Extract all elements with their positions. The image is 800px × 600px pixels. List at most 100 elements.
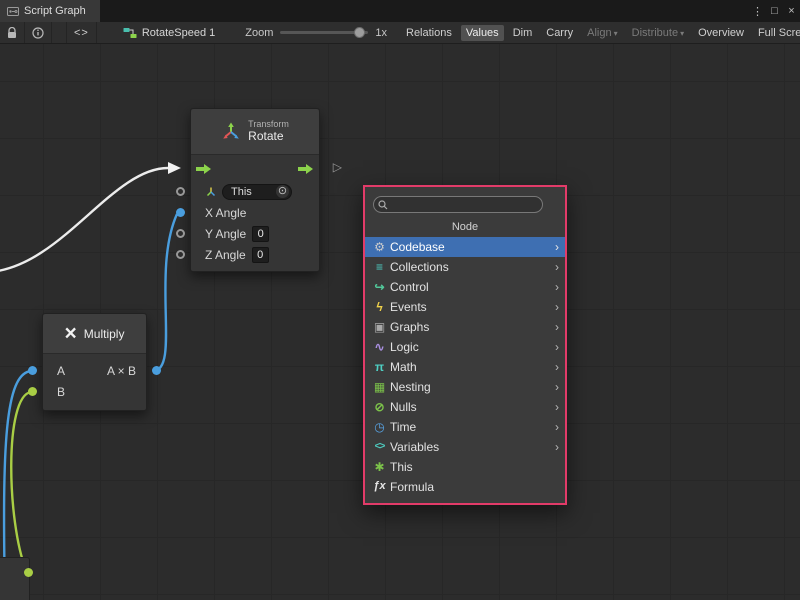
finder-item-math[interactable]: π Math › <box>365 357 565 377</box>
multiply-b-label: B <box>57 385 65 399</box>
finder-item-nulls[interactable]: ⊘ Nulls › <box>365 397 565 417</box>
zoom-slider-handle[interactable] <box>354 27 365 38</box>
time-icon: ◷ <box>371 421 388 433</box>
this-input-port[interactable] <box>176 187 185 196</box>
tab-script-graph[interactable]: Script Graph <box>0 0 100 22</box>
chevron-right-icon: › <box>555 260 559 274</box>
this-icon: ✱ <box>371 461 388 473</box>
distribute-label: Distribute <box>632 27 678 39</box>
transform-icon <box>221 122 241 142</box>
multiply-a-input-port[interactable] <box>28 366 37 375</box>
titlebar-spacer <box>100 0 749 22</box>
multiply-b-row: B <box>43 381 146 402</box>
multiply-a-row: A A × B <box>43 360 146 381</box>
offscreen-node-fragment[interactable] <box>0 557 30 600</box>
control-wire[interactable] <box>0 168 168 272</box>
dim-button[interactable]: Dim <box>508 25 538 41</box>
multiply-b-input-port[interactable] <box>28 387 37 396</box>
finder-item-label: Graphs <box>390 320 555 334</box>
finder-item-formula[interactable]: ƒx Formula <box>365 477 565 497</box>
rotate-node-titles: Transform Rotate <box>248 119 289 143</box>
rotate-node-header[interactable]: Transform Rotate <box>191 109 319 155</box>
finder-search <box>373 194 543 213</box>
finder-item-time[interactable]: ◷ Time › <box>365 417 565 437</box>
chevron-right-icon: › <box>555 280 559 294</box>
full-screen-button[interactable]: Full Screen <box>753 25 800 41</box>
finder-item-label: Logic <box>390 340 555 354</box>
node-fuzzy-finder: Node ⚙ Codebase › ≡ Collections › ↪ Cont… <box>363 185 567 505</box>
distribute-dropdown[interactable]: Distribute▾ <box>627 25 689 41</box>
chevron-right-icon: › <box>555 320 559 334</box>
chevron-down-icon: ▾ <box>614 29 618 38</box>
chevron-right-icon: › <box>555 240 559 254</box>
x-angle-label: X Angle <box>205 206 246 220</box>
node-name-label: Rotate <box>248 130 289 144</box>
zoom-value: 1x <box>375 27 387 39</box>
finder-item-events[interactable]: ϟ Events › <box>365 297 565 317</box>
finder-item-label: This <box>390 460 559 474</box>
maximize-icon[interactable]: □ <box>766 0 783 22</box>
titlebar: Script Graph ⋮ □ × <box>0 0 800 22</box>
rotate-flow-row: ▷ <box>191 155 319 181</box>
rotate-zangle-row: Z Angle <box>191 244 319 265</box>
multiply-name-label: Multiply <box>84 327 125 341</box>
kebab-menu-icon[interactable]: ⋮ <box>749 0 766 22</box>
finder-item-graphs[interactable]: ▣ Graphs › <box>365 317 565 337</box>
carry-button[interactable]: Carry <box>541 25 578 41</box>
value-wire-multiply-to-xangle[interactable] <box>153 214 177 371</box>
chevron-right-icon: › <box>555 440 559 454</box>
multiply-node[interactable]: × Multiply A A × B B <box>42 313 147 411</box>
object-picker-icon[interactable]: ⊙ <box>276 185 289 198</box>
code-preview-toggle[interactable]: <> <box>66 22 97 44</box>
control-icon: ↪ <box>371 281 388 293</box>
finder-item-label: Nesting <box>390 380 555 394</box>
graph-breadcrumb[interactable]: RotateSpeed 1 <box>123 27 215 39</box>
multiply-output-port[interactable] <box>152 366 161 375</box>
tab-label: Script Graph <box>24 5 86 17</box>
zoom-slider[interactable] <box>280 31 368 34</box>
codebase-icon: ⚙ <box>371 241 388 253</box>
multiply-output-label: A × B <box>107 364 138 378</box>
finder-item-this[interactable]: ✱ This <box>365 457 565 477</box>
multiply-node-header[interactable]: × Multiply <box>43 314 146 354</box>
multiply-a-label: A <box>57 364 65 378</box>
finder-item-codebase[interactable]: ⚙ Codebase › <box>365 237 565 257</box>
nesting-icon: ▦ <box>371 381 388 393</box>
finder-item-collections[interactable]: ≡ Collections › <box>365 257 565 277</box>
lock-button[interactable] <box>0 22 25 44</box>
multiply-icon: × <box>65 325 77 343</box>
close-icon[interactable]: × <box>783 0 800 22</box>
finder-item-label: Variables <box>390 440 555 454</box>
finder-item-nesting[interactable]: ▦ Nesting › <box>365 377 565 397</box>
y-angle-input-port[interactable] <box>176 229 185 238</box>
search-input[interactable] <box>373 196 543 213</box>
finder-item-logic[interactable]: ∿ Logic › <box>365 337 565 357</box>
finder-item-label: Collections <box>390 260 555 274</box>
graph-canvas[interactable]: Transform Rotate ▷ This ⊙ X Angle <box>0 44 800 600</box>
logic-icon: ∿ <box>371 341 388 353</box>
finder-item-variables[interactable]: <> Variables › <box>365 437 565 457</box>
fragment-output-port[interactable] <box>24 568 33 577</box>
overview-button[interactable]: Overview <box>693 25 749 41</box>
script-graph-asset-icon <box>123 27 137 39</box>
relations-button[interactable]: Relations <box>401 25 457 41</box>
z-angle-input-port[interactable] <box>176 250 185 259</box>
align-dropdown[interactable]: Align▾ <box>582 25 622 41</box>
flow-output-arrow-icon[interactable] <box>298 163 314 177</box>
graph-toolbar: <> RotateSpeed 1 Zoom 1x Relations Value… <box>0 22 800 44</box>
x-angle-input-port[interactable] <box>176 208 185 217</box>
value-wire-to-multiply-b[interactable] <box>11 392 31 570</box>
variables-icon: <> <box>371 442 388 452</box>
rotate-this-row: This ⊙ <box>191 181 319 202</box>
finder-item-control[interactable]: ↪ Control › <box>365 277 565 297</box>
values-button[interactable]: Values <box>461 25 504 41</box>
inspect-button[interactable] <box>25 22 52 44</box>
this-object-field[interactable]: This ⊙ <box>222 184 292 200</box>
control-wire-arrow-icon <box>168 162 181 174</box>
y-angle-value-field[interactable] <box>252 226 269 242</box>
graphs-icon: ▣ <box>371 321 388 333</box>
transform-rotate-node[interactable]: Transform Rotate ▷ This ⊙ X Angle <box>190 108 320 272</box>
flow-input-arrow-icon[interactable] <box>196 163 212 177</box>
z-angle-value-field[interactable] <box>252 247 269 263</box>
finder-item-label: Nulls <box>390 400 555 414</box>
